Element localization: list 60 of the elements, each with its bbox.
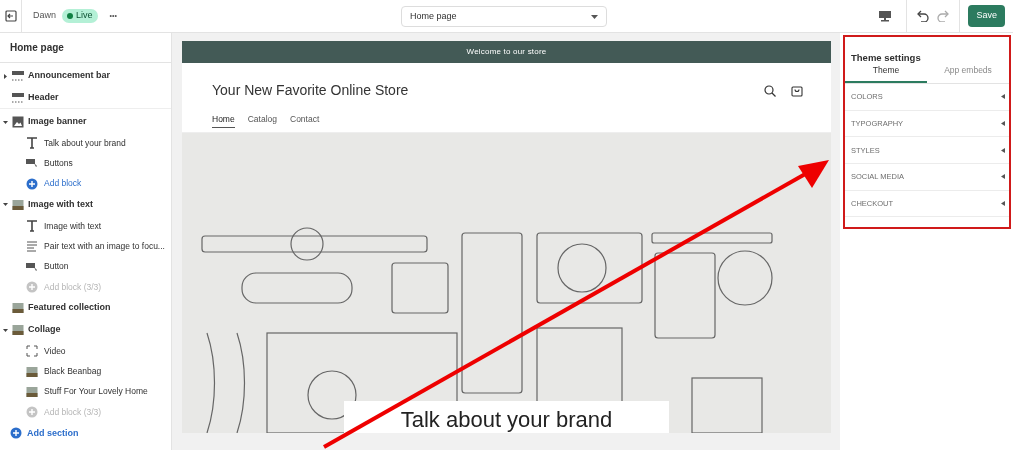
add-block-link: Add block (3/3) (44, 280, 102, 294)
exit-icon[interactable] (4, 10, 17, 22)
add-block-link: Add block (3/3) (44, 405, 102, 419)
caret-icon[interactable] (1001, 94, 1005, 100)
undo-icon[interactable] (916, 10, 930, 22)
frame-icon (26, 345, 38, 358)
nav-link[interactable]: Contact (290, 113, 320, 128)
caret-icon[interactable] (2, 327, 8, 333)
text-icon (26, 220, 38, 233)
caret-icon (591, 14, 598, 19)
cursor-button-icon (26, 157, 38, 170)
caret-icon[interactable] (1001, 174, 1005, 180)
settings-tab[interactable]: App embeds (927, 59, 1009, 83)
add-block-link[interactable]: Add block (44, 177, 82, 191)
thumbnail-icon (12, 324, 24, 337)
banner-heading: Talk about your brand (400, 409, 613, 431)
section-item[interactable]: Featured collection (28, 301, 111, 315)
block-item[interactable]: Video (44, 344, 66, 358)
search-icon[interactable] (764, 84, 776, 97)
section-item[interactable]: Image banner (28, 115, 87, 129)
page-select[interactable]: Home page (401, 6, 607, 27)
paragraph-icon (26, 240, 38, 253)
block-item[interactable]: Button (44, 260, 69, 273)
announcement-text: Welcome to our store (466, 46, 547, 58)
block-item[interactable]: Talk about your brand (44, 136, 126, 150)
plus-circle-icon (10, 427, 22, 440)
cursor-button-icon (26, 260, 38, 273)
sidebar-title: Home page (10, 41, 64, 55)
save-button[interactable]: Save (968, 5, 1005, 27)
layout-bar-icon (12, 70, 24, 82)
nav-link[interactable]: Catalog (247, 113, 277, 128)
section-item[interactable]: Collage (28, 323, 61, 337)
caret-icon[interactable] (1001, 147, 1005, 153)
caret-icon[interactable] (1001, 121, 1005, 127)
block-item[interactable]: Buttons (44, 157, 73, 170)
layout-bar-icon (12, 91, 24, 104)
caret-icon[interactable] (2, 73, 8, 79)
thumbnail-icon (26, 385, 38, 398)
add-section-link[interactable]: Add section (27, 426, 79, 440)
block-item[interactable]: Stuff For Your Lovely Home (44, 385, 148, 399)
desktop-icon[interactable] (879, 10, 892, 22)
thumbnail-icon (12, 302, 24, 315)
section-item[interactable]: Image with text (28, 198, 93, 212)
caret-icon[interactable] (2, 202, 8, 208)
thumbnail-icon (26, 365, 38, 378)
section-item[interactable]: Header (28, 90, 59, 105)
block-item[interactable]: Black Beanbag (44, 365, 102, 378)
theme-name: Dawn (33, 9, 56, 23)
thumbnail-icon (12, 198, 24, 211)
caret-icon[interactable] (1001, 201, 1005, 207)
section-item[interactable]: Announcement bar (28, 69, 110, 83)
image-icon (12, 116, 24, 128)
block-item[interactable]: Pair text with an image to focu... (44, 239, 165, 253)
block-item[interactable]: Image with text (44, 219, 102, 233)
status-badge: Live (62, 9, 98, 23)
shopping-bag-icon[interactable] (791, 84, 803, 97)
store-title[interactable]: Your New Favorite Online Store (212, 80, 409, 101)
nav-link[interactable]: Home (212, 113, 235, 128)
text-icon (26, 137, 38, 150)
caret-icon[interactable] (2, 119, 8, 125)
